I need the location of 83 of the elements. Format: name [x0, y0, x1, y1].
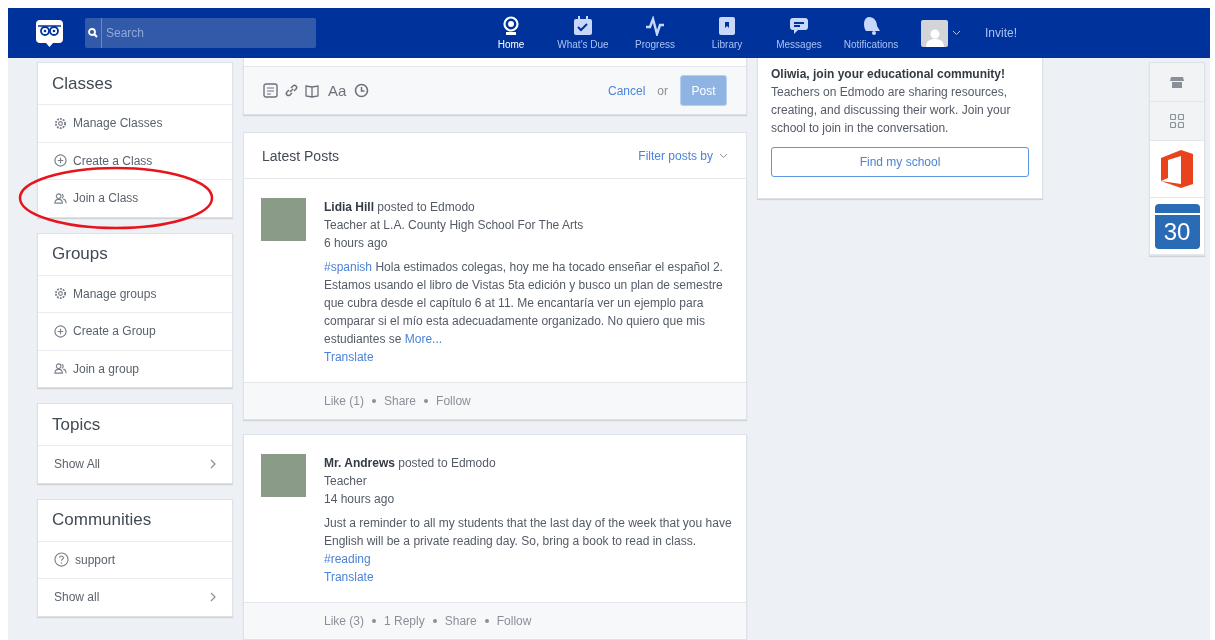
owl-logo-icon[interactable]: [36, 19, 63, 47]
chevron-down-icon: [719, 152, 728, 159]
book-icon: [717, 16, 737, 36]
nav-tab[interactable]: Messages: [767, 16, 831, 50]
post-time: 14 hours ago: [324, 491, 396, 508]
grid-icon: [1170, 114, 1184, 128]
side-tool-button[interactable]: 30: [1150, 198, 1204, 255]
settings-icon: [54, 287, 67, 301]
author-role: Teacher: [324, 473, 368, 490]
invite-link[interactable]: Invite!: [985, 26, 1017, 40]
store-icon: [1170, 75, 1184, 89]
sidebar-heading: Communities: [38, 499, 232, 542]
find-school-button[interactable]: Find my school: [771, 147, 1029, 177]
post-time: 6 hours ago: [324, 235, 389, 252]
chevron-right-icon: [210, 459, 216, 470]
nav-tab[interactable]: Progress: [623, 16, 687, 50]
post-action-link[interactable]: Like (3): [324, 614, 364, 628]
nav-tab[interactable]: What's Due: [551, 16, 615, 50]
sidebar-link[interactable]: support: [38, 541, 232, 578]
sidebar-link[interactable]: Show All: [38, 446, 232, 483]
sidebar-link[interactable]: Manage groups: [38, 275, 232, 312]
post-action-link[interactable]: Follow: [496, 614, 532, 628]
pulse-icon: [645, 16, 665, 36]
photo-placeholder: [261, 454, 306, 497]
side-tool-button[interactable]: [1150, 102, 1204, 141]
school-card-text: Teachers on Edmodo are sharing resources, creating, and discussing their work. Join your school to join in the conversation.: [771, 84, 1012, 137]
nav-tab[interactable]: Library: [695, 16, 759, 50]
side-tool-button[interactable]: [1150, 141, 1204, 198]
sidebar-link[interactable]: Join a Class: [38, 180, 232, 217]
post-action-link[interactable]: Share: [384, 394, 417, 408]
settings-icon: [54, 116, 67, 130]
globe-icon: [501, 16, 521, 36]
hashtag-link[interactable]: #spanish: [324, 260, 373, 274]
cancel-link[interactable]: Cancel: [607, 83, 646, 98]
people-icon: [54, 362, 67, 376]
school-card-title: Oliwia, join your educational community!: [771, 66, 1007, 83]
translate-link[interactable]: Translate: [324, 350, 374, 364]
text-format-button[interactable]: Aa: [326, 82, 349, 100]
sidebar-heading: Groups: [38, 233, 232, 276]
search-field[interactable]: Search: [85, 18, 316, 48]
sidebar-link[interactable]: Manage Classes: [38, 105, 232, 142]
avatar-icon[interactable]: [921, 19, 948, 47]
post-action-link[interactable]: 1 Reply: [384, 614, 425, 628]
post-text: Just a reminder to all my students that the last day of the week that you have English will be a private reading day. So, bring a book to read in class.: [324, 515, 733, 550]
office-logo-icon: [1161, 150, 1193, 188]
calendar-icon: 30: [1154, 203, 1200, 249]
post-action-link[interactable]: Follow: [436, 394, 471, 408]
sidebar-link[interactable]: Create a Group: [38, 313, 232, 350]
sidebar-link[interactable]: Create a Class: [38, 142, 232, 179]
feed-title: Latest Posts: [262, 147, 340, 164]
bell-icon: [861, 16, 881, 36]
chevron-right-icon: [210, 592, 216, 603]
photo-placeholder: [261, 198, 306, 241]
nav-tab[interactable]: Notifications: [839, 16, 903, 50]
note-icon[interactable]: [263, 83, 278, 99]
post-action-link[interactable]: Like (1): [324, 394, 364, 408]
plus-circle-icon: [54, 324, 67, 338]
chat-icon: [789, 16, 809, 36]
nav-tab[interactable]: Home: [479, 16, 543, 50]
link-icon[interactable]: [284, 83, 299, 99]
hashtag-link[interactable]: #reading: [324, 552, 371, 566]
sidebar-link[interactable]: Join a group: [38, 350, 232, 387]
sidebar-link[interactable]: Show all: [38, 579, 232, 616]
author-role: Teacher at L.A. County High School For The Arts: [324, 217, 585, 234]
people-icon: [54, 191, 67, 205]
search-icon: [88, 28, 98, 38]
translate-link[interactable]: Translate: [324, 570, 374, 584]
side-tool-button[interactable]: [1150, 63, 1204, 102]
chevron-down-icon[interactable]: [952, 30, 961, 36]
post-author: Lidia Hill posted to Edmodo: [324, 199, 476, 216]
book-icon[interactable]: [305, 83, 320, 99]
or-text: or: [657, 83, 668, 98]
more-link[interactable]: More...: [404, 332, 443, 346]
post-text: #spanish Hola estimados colegas, hoy me ha tocado enseñar el español 2. Estamos usando el libro de Vistas 5ta edición y busco un plan de semestre que cubra desde el capítulo 6 at 11. Me encantaría ver un ejemplo para comparar si el mío esta adecuadamente organizado. No quiero que mis estudiantes se More...: [324, 259, 724, 348]
plus-circle-icon: [54, 154, 67, 168]
post-action-link[interactable]: Share: [444, 614, 477, 628]
clock-icon[interactable]: [354, 83, 370, 99]
help-icon: [54, 552, 69, 568]
calendar-check-icon: [573, 16, 593, 36]
filter-dropdown[interactable]: Filter posts by: [638, 148, 728, 163]
post-author: Mr. Andrews posted to Edmodo: [324, 455, 497, 472]
sidebar-heading: Classes: [38, 63, 232, 105]
sidebar-heading: Topics: [38, 404, 232, 446]
